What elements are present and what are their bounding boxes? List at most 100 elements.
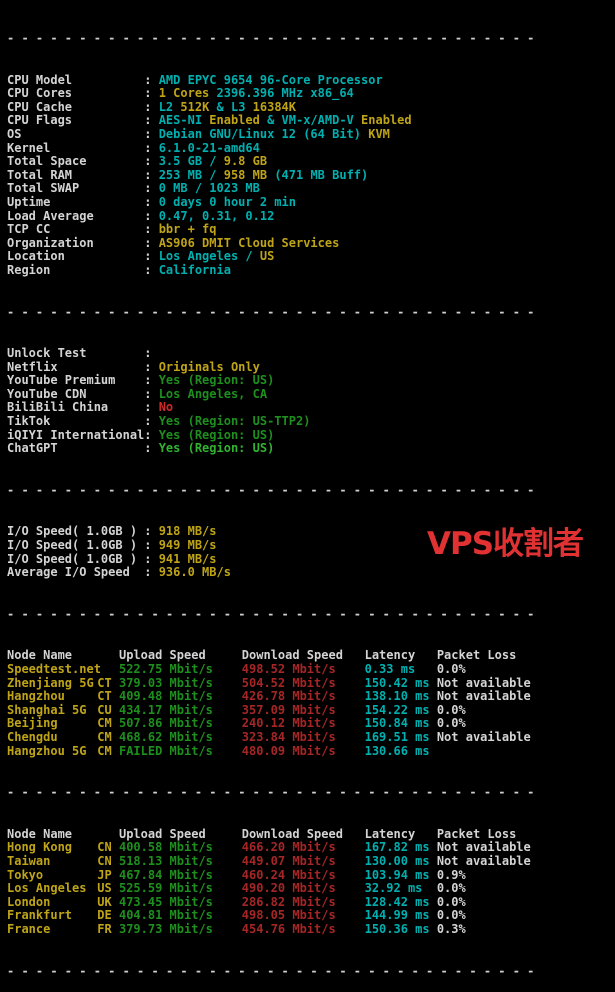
- separator-line: - - - - - - - - - - - - - - - - - - - - …: [7, 786, 615, 800]
- field-value-part: US: [260, 249, 274, 263]
- field-value-part: 6.1.0-21-amd64: [159, 141, 260, 155]
- latency: 167.82 ms: [365, 841, 437, 855]
- packet-loss: Not available: [437, 840, 531, 854]
- field-value-part: 1 Cores: [159, 86, 217, 100]
- sysinfo-row: Organization:AS906 DMIT Cloud Services: [7, 237, 615, 251]
- colon: :: [144, 553, 158, 567]
- upload-speed: 525.59 Mbit/s: [119, 882, 242, 896]
- node-name: Taiwan: [7, 855, 94, 869]
- speedtest-row: FranceFR379.73 Mbit/s454.76 Mbit/s150.36…: [7, 923, 615, 937]
- download-speed: 490.20 Mbit/s: [242, 882, 365, 896]
- speedtest-row: HangzhouCT409.48 Mbit/s426.78 Mbit/s138.…: [7, 690, 615, 704]
- latency: 150.84 ms: [365, 717, 437, 731]
- colon: :: [144, 155, 158, 169]
- header-packet-loss: Packet Loss: [437, 827, 516, 841]
- header-packet-loss: Packet Loss: [437, 648, 516, 662]
- field-value-part: Yes (Region: US): [159, 441, 275, 455]
- field-label: iQIYI International: [7, 429, 144, 443]
- sysinfo-row: Uptime:0 days 0 hour 2 min: [7, 196, 615, 210]
- upload-speed: 434.17 Mbit/s: [119, 704, 242, 718]
- sysinfo-row: Total SWAP:0 MB / 1023 MB: [7, 182, 615, 196]
- upload-speed: 518.13 Mbit/s: [119, 855, 242, 869]
- field-label: CPU Model: [7, 74, 144, 88]
- upload-speed: 379.03 Mbit/s: [119, 677, 242, 691]
- packet-loss: 0.0%: [437, 716, 466, 730]
- node-name: Hangzhou: [7, 690, 94, 704]
- colon: :: [144, 87, 158, 101]
- separator-dashes: - - - - - - - - - - - - - - - - - - - - …: [7, 305, 542, 319]
- colon: :: [144, 196, 158, 210]
- field-value-part: & L3: [209, 100, 252, 114]
- node-name: Frankfurt: [7, 909, 94, 923]
- field-value-part: 0.47, 0.31, 0.12: [159, 209, 275, 223]
- colon: :: [144, 388, 158, 402]
- speedtest-row: Hong KongCN400.58 Mbit/s466.20 Mbit/s167…: [7, 841, 615, 855]
- colon: :: [144, 415, 158, 429]
- colon: :: [144, 128, 158, 142]
- sysinfo-row: CPU Cache:L2 512K & L3 16384K: [7, 101, 615, 115]
- latency: 128.42 ms: [365, 896, 437, 910]
- packet-loss: 0.3%: [437, 922, 466, 936]
- upload-speed: FAILED Mbit/s: [119, 745, 242, 759]
- node-name: Hangzhou 5G: [7, 745, 94, 759]
- speedtest-table-china: Node NameUpload SpeedDownload SpeedLaten…: [7, 649, 615, 758]
- field-value-part: (471 MB Buff): [267, 168, 368, 182]
- speedtest-row: Shanghai 5GCU434.17 Mbit/s357.09 Mbit/s1…: [7, 704, 615, 718]
- download-speed: 323.84 Mbit/s: [242, 731, 365, 745]
- sysinfo-row: OS:Debian GNU/Linux 12 (64 Bit) KVM: [7, 128, 615, 142]
- latency: 150.36 ms: [365, 923, 437, 937]
- field-label: Kernel: [7, 142, 144, 156]
- colon: :: [144, 182, 158, 196]
- download-speed: 504.52 Mbit/s: [242, 677, 365, 691]
- node-isp-tag: JP: [97, 869, 119, 883]
- packet-loss: Not available: [437, 854, 531, 868]
- node-isp-tag: DE: [97, 909, 119, 923]
- field-label: Total RAM: [7, 169, 144, 183]
- sysinfo-row: Location:Los Angeles / US: [7, 250, 615, 264]
- colon: :: [144, 374, 158, 388]
- packet-loss: Not available: [437, 689, 531, 703]
- node-isp-tag: CN: [97, 855, 119, 869]
- packet-loss: 0.0%: [437, 908, 466, 922]
- node-isp-tag: CM: [97, 745, 119, 759]
- field-label: Load Average: [7, 210, 144, 224]
- download-speed: 480.09 Mbit/s: [242, 745, 365, 759]
- field-value-part: 0 MB / 1023 MB: [159, 181, 260, 195]
- field-value-part: L2: [159, 100, 181, 114]
- separator-dashes: - - - - - - - - - - - - - - - - - - - - …: [7, 31, 542, 45]
- unlock-row: ChatGPT:Yes (Region: US): [7, 442, 615, 456]
- colon: :: [144, 210, 158, 224]
- sysinfo-row: Kernel:6.1.0-21-amd64: [7, 142, 615, 156]
- upload-speed: 468.62 Mbit/s: [119, 731, 242, 745]
- system-info-section: CPU Model:AMD EPYC 9654 96-Core Processo…: [7, 74, 615, 278]
- download-speed: 466.20 Mbit/s: [242, 841, 365, 855]
- field-label: Netflix: [7, 361, 144, 375]
- colon: :: [144, 223, 158, 237]
- colon: :: [144, 237, 158, 251]
- header-download-speed: Download Speed: [242, 828, 365, 842]
- unlock-row: TikTok:Yes (Region: US-TTP2): [7, 415, 615, 429]
- speedtest-row: Zhenjiang 5GCT379.03 Mbit/s504.52 Mbit/s…: [7, 677, 615, 691]
- node-isp-tag: CT: [97, 677, 119, 691]
- node-name: Tokyo: [7, 869, 94, 883]
- download-speed: 454.76 Mbit/s: [242, 923, 365, 937]
- unlock-row: YouTube CDN:Los Angeles, CA: [7, 388, 615, 402]
- download-speed: 498.05 Mbit/s: [242, 909, 365, 923]
- field-value-part: Yes (Region: US): [159, 428, 275, 442]
- node-name: Hong Kong: [7, 841, 94, 855]
- field-label: YouTube CDN: [7, 388, 144, 402]
- upload-speed: 379.73 Mbit/s: [119, 923, 242, 937]
- field-label: BiliBili China: [7, 401, 144, 415]
- sysinfo-row: Load Average:0.47, 0.31, 0.12: [7, 210, 615, 224]
- upload-speed: 507.86 Mbit/s: [119, 717, 242, 731]
- download-speed: 286.82 Mbit/s: [242, 896, 365, 910]
- node-isp-tag: CM: [97, 731, 119, 745]
- header-latency: Latency: [365, 649, 437, 663]
- field-label: ChatGPT: [7, 442, 144, 456]
- field-value-part: AS906 DMIT Cloud Services: [159, 236, 340, 250]
- sysinfo-row: CPU Flags:AES-NI Enabled & VM-x/AMD-V En…: [7, 114, 615, 128]
- colon: :: [144, 442, 158, 456]
- unlock-row: BiliBili China:No: [7, 401, 615, 415]
- sysinfo-row: Total Space:3.5 GB / 9.8 GB: [7, 155, 615, 169]
- field-value-part: Los Angeles /: [159, 249, 260, 263]
